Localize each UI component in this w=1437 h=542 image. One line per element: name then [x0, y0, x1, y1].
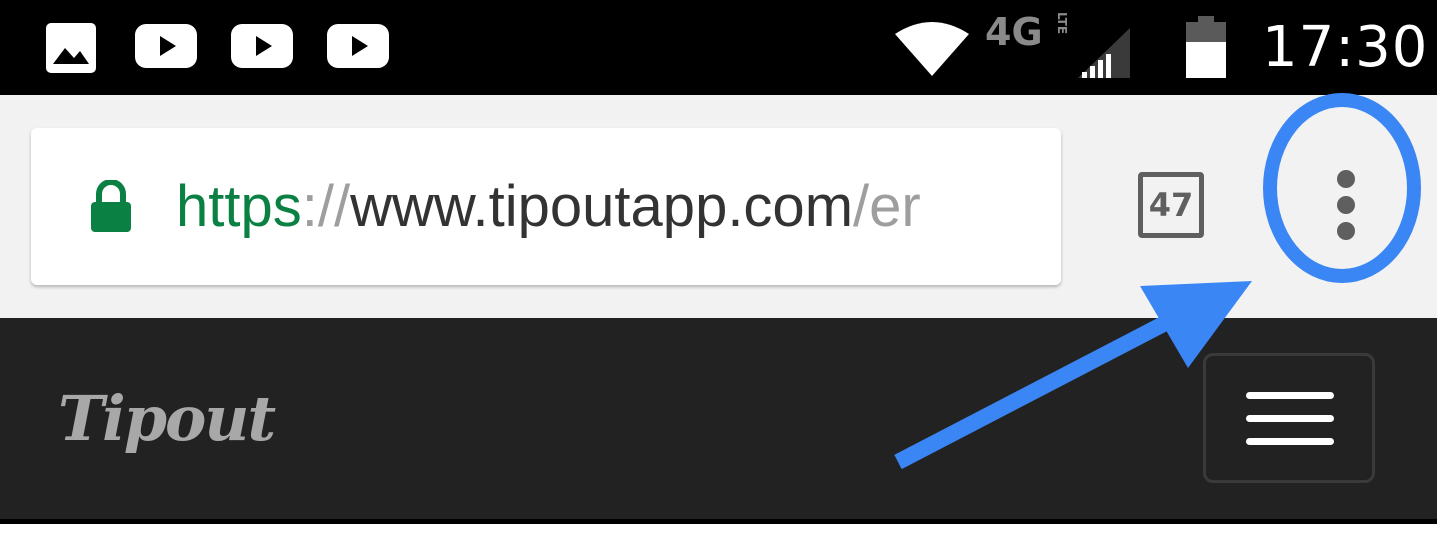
address-bar[interactable]: https://www.tipoutapp.com/er — [31, 128, 1061, 285]
status-bar: 4G LTE 17:30 — [0, 0, 1437, 95]
site-header: Tipout — [0, 318, 1437, 519]
browser-toolbar: https://www.tipoutapp.com/er 47 — [0, 95, 1437, 318]
hamburger-line — [1246, 415, 1334, 422]
url-fade — [1021, 128, 1061, 285]
tab-switcher-button[interactable]: 47 — [1138, 172, 1204, 238]
url-scheme: https — [176, 174, 302, 239]
image-icon — [45, 22, 97, 73]
url-path: /er — [853, 174, 921, 239]
youtube-icon — [135, 22, 197, 72]
menu-dot-icon — [1337, 170, 1355, 188]
youtube-icon — [231, 22, 293, 72]
lte-label: LTE — [1055, 12, 1069, 35]
hamburger-menu-button[interactable] — [1203, 353, 1375, 483]
url-host: www.tipoutapp.com — [350, 174, 854, 239]
menu-dot-icon — [1337, 222, 1355, 240]
network-label: 4G — [985, 10, 1043, 54]
clock: 17:30 — [1262, 15, 1429, 80]
url-text[interactable]: https://www.tipoutapp.com/er — [176, 172, 921, 242]
header-divider — [0, 519, 1437, 524]
lock-icon[interactable] — [89, 179, 133, 237]
hamburger-line — [1246, 392, 1334, 399]
more-options-button[interactable] — [1305, 170, 1385, 240]
url-separator: :// — [301, 174, 351, 239]
wifi-icon — [895, 22, 969, 78]
youtube-icon — [327, 22, 389, 72]
network-type: 4G LTE — [985, 10, 1080, 72]
hamburger-line — [1246, 438, 1334, 445]
site-logo[interactable]: Tipout — [58, 382, 276, 455]
menu-dot-icon — [1337, 196, 1355, 214]
tab-count: 47 — [1148, 186, 1194, 224]
